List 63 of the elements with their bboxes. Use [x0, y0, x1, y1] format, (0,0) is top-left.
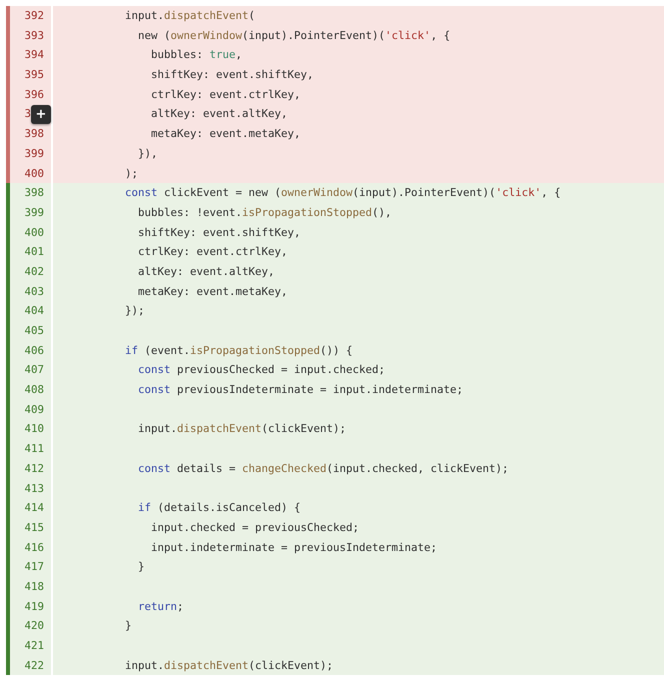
- code-line: bubbles: true,: [150, 47, 242, 64]
- line-number: 396: [24, 86, 44, 103]
- code-line: input.dispatchEvent(: [125, 8, 256, 24]
- code-line: altKey: event.altKey,: [137, 264, 275, 280]
- code-line: input.dispatchEvent(clickEvent);: [125, 658, 334, 674]
- line-number: 393: [24, 28, 44, 44]
- code-line: ctrlKey: event.ctrlKey,: [137, 244, 288, 260]
- line-number: 400: [24, 166, 44, 182]
- line-number: 417: [24, 559, 44, 576]
- code-line: const details = changeChecked(input.checked, clickEvent);: [137, 460, 509, 477]
- code-line: }),: [137, 146, 158, 162]
- line-number: 405: [24, 323, 44, 339]
- line-number: 395: [24, 67, 44, 84]
- code-line: new (ownerWindow(input).PointerEvent)('click', {: [137, 28, 450, 44]
- code-line: ctrlKey: event.ctrlKey,: [150, 86, 301, 103]
- line-number: 398: [24, 185, 44, 202]
- line-number: 422: [24, 658, 44, 674]
- code-line: const clickEvent = new (ownerWindow(input).PointerEvent)('click', {: [125, 185, 561, 202]
- code-line: );: [125, 166, 138, 182]
- code-line: if (event.isPropagationStopped()) {: [125, 342, 353, 359]
- line-number: 413: [24, 480, 44, 496]
- line-number: 412: [24, 460, 44, 477]
- line-number: 404: [24, 303, 44, 320]
- code-line: }: [137, 559, 145, 576]
- code-line: });: [125, 303, 145, 320]
- line-number: 410: [24, 421, 44, 438]
- line-number: 398: [24, 126, 44, 142]
- line-number: 399: [24, 204, 44, 221]
- code-line: }: [125, 618, 132, 634]
- line-number: 400: [24, 224, 44, 241]
- line-number: 399: [24, 146, 44, 162]
- add-comment-button[interactable]: +: [31, 104, 51, 124]
- line-number: 3: [24, 106, 31, 122]
- line-number: 418: [24, 578, 44, 595]
- line-number: 402: [24, 264, 44, 280]
- line-number: 406: [24, 342, 44, 359]
- code-line: input.dispatchEvent(clickEvent);: [137, 421, 346, 438]
- code-line: shiftKey: event.shiftKey,: [137, 224, 301, 241]
- line-number: 420: [24, 618, 44, 634]
- code-line: input.checked = previousChecked;: [150, 520, 360, 536]
- code-line: bubbles: !event.isPropagationStopped(),: [137, 204, 392, 221]
- line-number: 401: [24, 244, 44, 260]
- code-line: altKey: event.altKey,: [150, 106, 288, 122]
- line-number: 419: [24, 598, 44, 615]
- line-number: 394: [24, 47, 44, 64]
- line-number: 408: [24, 382, 44, 398]
- line-number: 403: [24, 284, 44, 300]
- line-number: 421: [24, 638, 44, 654]
- code-line: const previousIndeterminate = input.indeterminate;: [137, 382, 464, 398]
- line-number: 416: [24, 540, 44, 556]
- code-line: metaKey: event.metaKey,: [150, 126, 301, 142]
- code-line: input.indeterminate = previousIndeterminate;: [150, 540, 438, 556]
- line-number: 411: [24, 441, 44, 458]
- code-line: const previousChecked = input.checked;: [137, 362, 386, 378]
- line-number: 415: [24, 520, 44, 536]
- line-number: 392: [24, 8, 44, 24]
- code-line: metaKey: event.metaKey,: [137, 284, 288, 300]
- line-number: 409: [24, 402, 44, 418]
- line-number: 407: [24, 362, 44, 378]
- line-number: 414: [24, 500, 44, 516]
- code-line: return;: [137, 598, 184, 615]
- code-line: shiftKey: event.shiftKey,: [150, 67, 314, 84]
- code-line: if (details.isCanceled) {: [137, 500, 301, 516]
